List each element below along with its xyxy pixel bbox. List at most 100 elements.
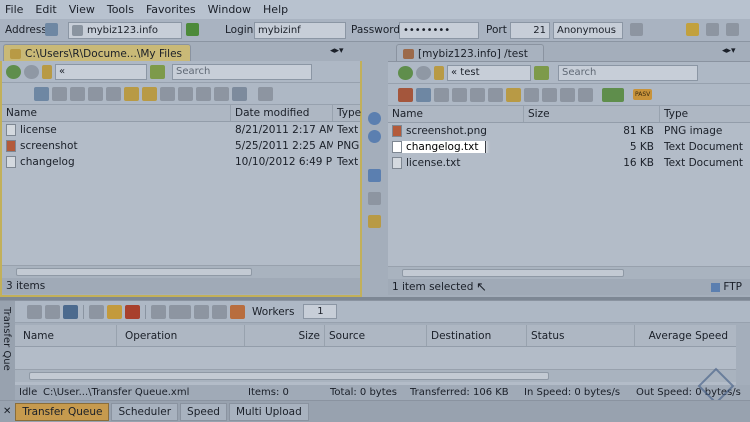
upload-arrow-icon[interactable] bbox=[368, 130, 381, 143]
tab-transfer-queue[interactable]: Transfer Queue bbox=[15, 402, 110, 421]
rename-icon[interactable] bbox=[70, 86, 85, 101]
file-row-screenshot-png[interactable]: screenshot.png 81 KB PNG image bbox=[388, 123, 750, 139]
scrollbar-thumb[interactable] bbox=[402, 269, 624, 277]
start-icon[interactable] bbox=[89, 304, 104, 319]
remove-icon[interactable] bbox=[151, 304, 166, 319]
favorites-star-icon[interactable] bbox=[686, 23, 699, 36]
bookmarks-icon[interactable] bbox=[630, 23, 643, 36]
remote-path-input[interactable]: « test bbox=[447, 64, 531, 81]
column-size[interactable]: Size bbox=[524, 106, 660, 122]
menu-favorites[interactable]: Favorites bbox=[146, 3, 196, 16]
column-status[interactable]: Status bbox=[527, 325, 635, 346]
column-date-modified[interactable]: Date modified bbox=[231, 105, 333, 121]
tab-multi-upload[interactable]: Multi Upload bbox=[228, 402, 309, 421]
transfer-mode-icon[interactable] bbox=[602, 87, 624, 102]
delete-icon[interactable] bbox=[488, 87, 503, 102]
protocol-icon[interactable] bbox=[45, 23, 58, 36]
connect-icon[interactable] bbox=[186, 23, 199, 36]
sync-icon[interactable] bbox=[524, 87, 539, 102]
column-size[interactable]: Size bbox=[245, 325, 325, 346]
speed-limit-icon[interactable] bbox=[230, 304, 245, 319]
logon-type-select[interactable]: Anonymous bbox=[553, 22, 623, 39]
tab-scheduler[interactable]: Scheduler bbox=[111, 402, 179, 421]
sync-icon[interactable] bbox=[160, 86, 175, 101]
tab-speed[interactable]: Speed bbox=[180, 402, 227, 421]
forward-icon[interactable] bbox=[416, 65, 431, 80]
up-folder-icon[interactable] bbox=[150, 64, 165, 79]
back-icon[interactable] bbox=[6, 64, 21, 79]
open-folder-icon[interactable] bbox=[142, 86, 157, 101]
login-input[interactable]: mybizinf bbox=[254, 22, 346, 39]
tab-menu-icon[interactable]: ◂▸▾ bbox=[722, 46, 736, 56]
back-icon[interactable] bbox=[398, 65, 413, 80]
close-x-icon[interactable]: ✕ bbox=[3, 406, 11, 417]
compare-icon[interactable] bbox=[368, 192, 381, 205]
layout-icon[interactable] bbox=[706, 23, 719, 36]
local-tab[interactable]: C:\Users\R\Docume...\My Files bbox=[3, 44, 191, 62]
forward-icon[interactable] bbox=[24, 64, 39, 79]
paste-icon[interactable] bbox=[214, 86, 229, 101]
column-average-speed[interactable]: Average Speed bbox=[635, 325, 736, 346]
cut-icon[interactable] bbox=[178, 86, 193, 101]
stop-icon[interactable] bbox=[434, 87, 449, 102]
rename-icon[interactable] bbox=[470, 87, 485, 102]
pause-icon[interactable] bbox=[107, 304, 122, 319]
local-path-input[interactable]: « bbox=[55, 63, 147, 80]
scrollbar-thumb[interactable] bbox=[29, 372, 549, 380]
new-folder-icon[interactable] bbox=[124, 86, 139, 101]
port-input[interactable]: 21 bbox=[510, 22, 550, 39]
column-name[interactable]: Name bbox=[388, 106, 524, 122]
queue-side-tab[interactable]: Transfer Que bbox=[0, 301, 15, 401]
save-queue-icon[interactable] bbox=[63, 304, 78, 319]
copy-icon[interactable] bbox=[196, 86, 211, 101]
refresh-icon[interactable] bbox=[416, 87, 431, 102]
view-mode-icon[interactable] bbox=[258, 86, 273, 101]
password-input[interactable]: •••••••• bbox=[399, 22, 479, 39]
stop-icon[interactable] bbox=[125, 304, 140, 319]
filter-icon[interactable] bbox=[232, 86, 247, 101]
menu-file[interactable]: File bbox=[5, 3, 23, 16]
menu-tools[interactable]: Tools bbox=[107, 3, 134, 16]
cut-icon[interactable] bbox=[542, 87, 557, 102]
up-folder-icon[interactable] bbox=[534, 65, 549, 80]
queue-horizontal-scrollbar[interactable] bbox=[15, 369, 736, 382]
file-row-license[interactable]: license 8/21/2011 2:17 AM Text bbox=[2, 122, 360, 138]
menu-view[interactable]: View bbox=[69, 3, 95, 16]
properties-icon[interactable] bbox=[52, 86, 67, 101]
column-source[interactable]: Source bbox=[325, 325, 427, 346]
tab-menu-icon[interactable]: ◂▸▾ bbox=[330, 46, 344, 56]
column-destination[interactable]: Destination bbox=[427, 325, 527, 346]
refresh-icon[interactable] bbox=[34, 86, 49, 101]
pasv-button[interactable]: PASV bbox=[633, 89, 653, 100]
move-icon[interactable] bbox=[88, 86, 103, 101]
queue-icon[interactable] bbox=[368, 169, 381, 182]
column-operation[interactable]: Operation bbox=[117, 325, 245, 346]
clear-completed-icon[interactable] bbox=[194, 304, 209, 319]
disconnect-icon[interactable] bbox=[398, 87, 413, 102]
file-row-screenshot[interactable]: screenshot 5/25/2011 2:25 AM PNG bbox=[2, 138, 360, 154]
remote-search-input[interactable]: Search bbox=[558, 64, 698, 81]
remote-horizontal-scrollbar[interactable] bbox=[388, 266, 750, 279]
queue-folder-icon[interactable] bbox=[169, 304, 191, 319]
file-row-changelog-txt[interactable]: changelog.txt 5 KB Text Document bbox=[388, 139, 750, 155]
menu-window[interactable]: Window bbox=[208, 3, 251, 16]
workers-spinner[interactable]: 1 bbox=[303, 304, 338, 319]
scrollbar-thumb[interactable] bbox=[16, 268, 252, 276]
download-arrow-icon[interactable] bbox=[368, 112, 381, 125]
column-name[interactable]: Name bbox=[15, 325, 117, 346]
delete-icon[interactable] bbox=[106, 86, 121, 101]
menu-edit[interactable]: Edit bbox=[35, 3, 56, 16]
file-row-changelog[interactable]: changelog 10/10/2012 6:49 PM Text bbox=[2, 154, 360, 170]
column-name[interactable]: Name bbox=[2, 105, 231, 121]
queue-copy-icon[interactable] bbox=[45, 304, 60, 319]
local-horizontal-scrollbar[interactable] bbox=[2, 265, 360, 278]
column-type[interactable]: Type bbox=[660, 106, 746, 122]
sync-folders-icon[interactable] bbox=[368, 215, 381, 228]
split-view-icon[interactable] bbox=[726, 23, 739, 36]
new-folder-icon[interactable] bbox=[506, 87, 521, 102]
properties-icon[interactable] bbox=[452, 87, 467, 102]
local-search-input[interactable]: Search bbox=[172, 63, 312, 80]
address-input[interactable]: mybiz123.info bbox=[68, 22, 182, 39]
remote-tab[interactable]: [mybiz123.info] /test bbox=[396, 44, 544, 62]
queue-edit-icon[interactable] bbox=[27, 304, 42, 319]
